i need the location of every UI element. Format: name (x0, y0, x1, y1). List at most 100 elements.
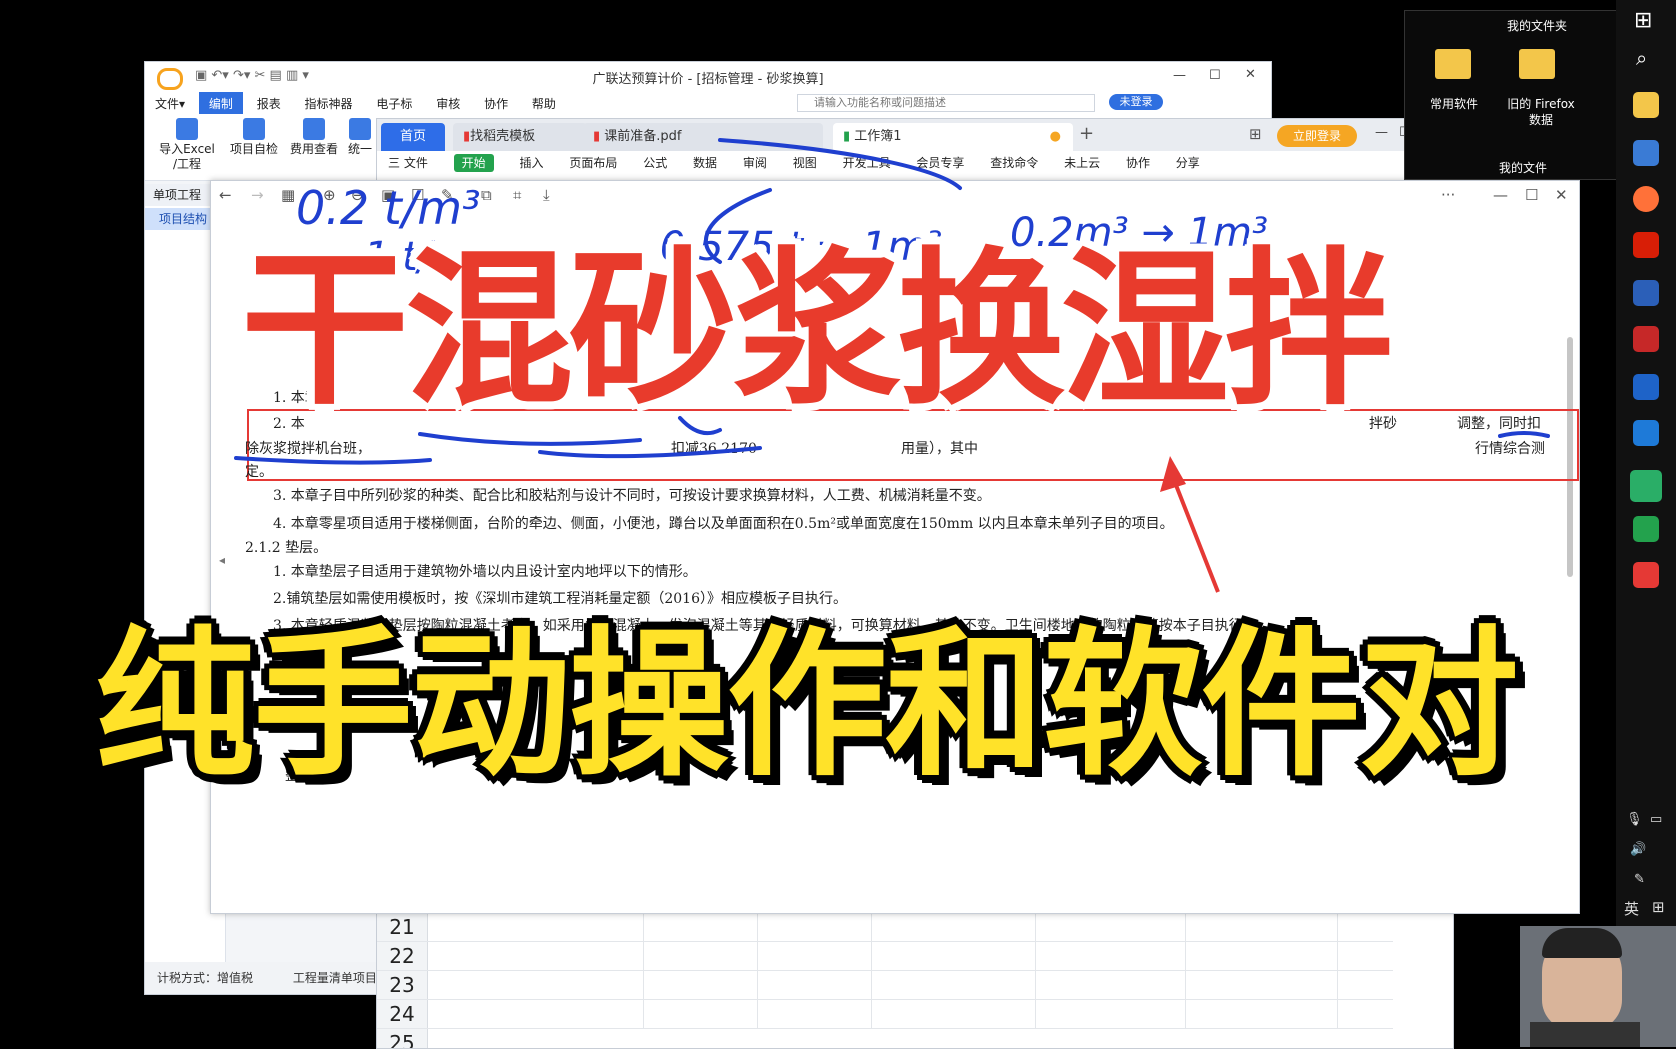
row-number[interactable]: 22 (377, 942, 428, 970)
app-c-red-icon[interactable] (1633, 562, 1659, 588)
volume-icon[interactable]: 🔊 (1630, 842, 1646, 857)
doc-heading-212: 2.1.2 垫层。 (245, 540, 328, 556)
crop-icon[interactable]: ⌗ (513, 186, 521, 204)
menu-help[interactable]: 帮助 (522, 92, 566, 115)
wps-menu-start[interactable]: 开始 (453, 154, 494, 172)
maximize-icon[interactable]: ☐ (1209, 68, 1221, 83)
download-icon[interactable]: ⤓ (543, 186, 550, 204)
table-row: 21 (377, 913, 1393, 942)
menu-edit[interactable]: 编制 (198, 92, 243, 115)
menu-report[interactable]: 报表 (247, 92, 291, 115)
fit-icon[interactable]: ▣ (381, 186, 395, 204)
collapse-handle-icon[interactable]: ◂ (219, 553, 225, 567)
row-number[interactable]: 25 (377, 1029, 428, 1048)
glodon-menubar: 文件▾ 编制 报表 指标神器 电子标 审核 协作 帮助 (145, 92, 1271, 115)
mic-icon[interactable]: 🎙 (1626, 812, 1643, 827)
quick-access-icons[interactable]: ▣ ↶▾ ↷▾ ✂ ▤ ▥ ▾ (195, 68, 309, 83)
folder-label-data: 数据 (1528, 113, 1553, 127)
folder-panel-header: 我的文件夹 (1507, 19, 1568, 33)
doc-line-2f: 用量），其中 (901, 441, 978, 457)
folder-label-common: 常用软件 (1429, 97, 1478, 111)
row-number[interactable]: 24 (377, 1000, 428, 1028)
zoom-out-icon[interactable]: ⊖ (351, 186, 364, 204)
fee-view-button[interactable]: 费用查看 (285, 118, 343, 157)
wps-collab[interactable]: 协作 (1126, 156, 1150, 170)
folder-icon[interactable] (1519, 49, 1555, 79)
row-number[interactable]: 23 (377, 971, 428, 999)
firefox-icon[interactable] (1633, 186, 1659, 212)
cad-icon[interactable] (1633, 280, 1659, 306)
menu-collab[interactable]: 协作 (474, 92, 518, 115)
self-check-button[interactable]: 项目自检 (225, 118, 283, 157)
close-icon[interactable]: ✕ (1245, 67, 1256, 82)
grid-view-icon[interactable]: ⊞ (1249, 125, 1262, 143)
tax-method: 计税方式：增值税 (157, 971, 254, 985)
wps-minimize-icon[interactable]: — (1375, 125, 1388, 140)
app-calc-icon[interactable] (1633, 374, 1659, 400)
doc-line-2d: 除灰浆搅拌机台班， (245, 441, 371, 457)
app-s-icon[interactable] (1633, 326, 1659, 352)
menu-file[interactable]: 文件▾ (145, 92, 195, 115)
wps-login-button[interactable]: 立即登录 (1277, 125, 1357, 147)
wps-menu-data[interactable]: 数据 (693, 156, 717, 170)
pen-icon[interactable]: ✎ (1634, 872, 1645, 887)
doc-line-2g: 行情综合测 (1475, 441, 1545, 457)
wps-menu-layout[interactable]: 页面布局 (569, 156, 617, 170)
folder-label-firefox: 旧的 Firefox (1507, 97, 1575, 111)
search-icon[interactable]: ⌕ (1636, 46, 1647, 70)
wps-cloud[interactable]: 未上云 (1064, 156, 1100, 170)
wps-menu-dev[interactable]: 开发工具 (843, 156, 891, 170)
more-menu-icon[interactable]: ··· (1441, 186, 1455, 204)
tab-workbook[interactable]: ▮ 工作簿1 ● (833, 123, 1073, 151)
display-icon[interactable]: ▭ (1650, 812, 1662, 827)
glodon-titlebar: ▣ ↶▾ ↷▾ ✂ ▤ ▥ ▾ 广联达预算计价 - [招标管理 - 砂浆换算] … (145, 62, 1271, 92)
wps-menu-view[interactable]: 视图 (793, 156, 817, 170)
ime-indicator[interactable]: 英 (1624, 898, 1639, 919)
unsaved-dot-icon: ● (1049, 129, 1061, 144)
wps-menu-review[interactable]: 审阅 (743, 156, 767, 170)
page-icon[interactable]: ☐ (411, 186, 424, 204)
windows-start-icon[interactable]: ⊞ (1634, 8, 1652, 33)
pdf-minimize-icon[interactable]: — (1493, 186, 1508, 204)
zoom-in-icon[interactable]: ⊕ (323, 186, 336, 204)
pdf-maximize-icon[interactable]: ☐ (1525, 186, 1538, 204)
minimize-icon[interactable]: — (1173, 68, 1186, 83)
wps-office-icon[interactable] (1633, 232, 1659, 258)
unify-button[interactable]: 统一 (345, 118, 375, 157)
forward-icon[interactable]: → (251, 186, 264, 204)
glodon-login-badge[interactable]: 未登录 (1109, 94, 1163, 110)
wps-menu-formula[interactable]: 公式 (643, 156, 667, 170)
tab-template[interactable]: ▮找稻壳模板 (453, 123, 587, 151)
store-icon[interactable] (1633, 140, 1659, 166)
pdf-close-icon[interactable]: ✕ (1555, 186, 1568, 204)
ime-grid-icon[interactable]: ⊞ (1652, 898, 1665, 916)
wps-menu-vip[interactable]: 会员专享 (916, 156, 964, 170)
menu-index[interactable]: 指标神器 (295, 92, 363, 115)
new-tab-icon[interactable]: + (1079, 123, 1094, 144)
preview-icon[interactable] (1633, 420, 1659, 446)
wps-search-command[interactable]: 查找命令 (990, 156, 1038, 170)
wps-menu-file[interactable]: 三 文件 (388, 156, 428, 170)
overlay-subtitle: 纯手动操作和软件对 (95, 611, 1519, 798)
wps-share[interactable]: 分享 (1176, 156, 1200, 170)
wps-menu-insert[interactable]: 插入 (520, 156, 544, 170)
import-excel-button[interactable]: 导入Excel /工程 (155, 118, 219, 172)
sheet-grid: 21 22 23 24 25 (377, 913, 1453, 1048)
folder-icon[interactable] (1435, 49, 1471, 79)
back-icon[interactable]: ← (219, 186, 232, 204)
file-explorer-icon[interactable] (1633, 92, 1659, 118)
app-c-green-icon[interactable] (1633, 516, 1659, 542)
table-row: 23 (377, 971, 1393, 1000)
tab-home[interactable]: 首页 (381, 123, 445, 151)
menu-ebid[interactable]: 电子标 (366, 92, 422, 115)
copy-icon[interactable]: ⧉ (481, 186, 492, 204)
desktop-folder-panel: 我的文件夹 常用软件 旧的 Firefox 数据 我的文件 (1404, 10, 1618, 180)
edit-icon[interactable]: ✎ (441, 186, 454, 204)
function-search-input[interactable]: 请输入功能名称或问题描述 (797, 94, 1095, 112)
thumbnail-icon[interactable]: ▦ (281, 186, 295, 204)
menu-review[interactable]: 审核 (426, 92, 470, 115)
row-number[interactable]: 21 (377, 913, 428, 941)
tab-pdf[interactable]: ▮ 课前准备.pdf (583, 123, 823, 151)
fee-icon (303, 118, 325, 140)
wechat-icon[interactable] (1630, 470, 1662, 502)
